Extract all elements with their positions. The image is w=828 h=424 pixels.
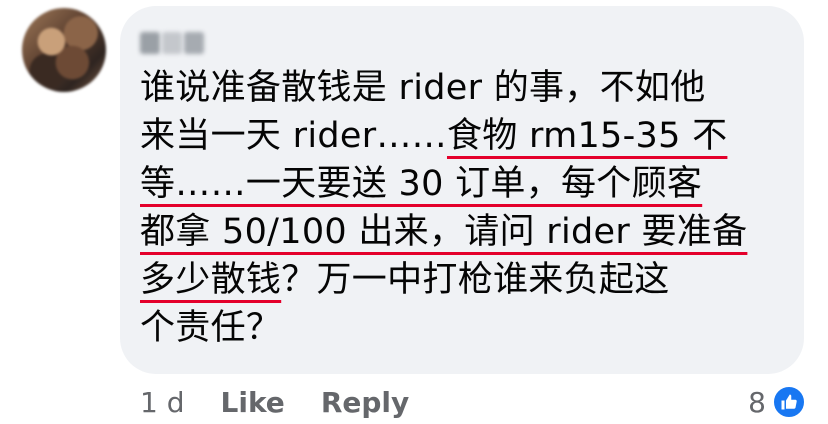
commenter-name-redacted[interactable]: [140, 32, 204, 54]
comment-text-segment: 来当一天 rider……: [140, 116, 447, 156]
underlined-text-segment: 等……一天要送 30 订单，每个顾客: [140, 164, 703, 204]
comment-line: 来当一天 rider……食物 rm15-35 不: [140, 112, 800, 160]
comment-line: 都拿 50/100 出来，请问 rider 要准备: [140, 208, 800, 256]
comment-line: 等……一天要送 30 订单，每个顾客: [140, 160, 800, 208]
comment-actions: 1 d Like Reply: [140, 382, 445, 422]
comment-line: 个责任？: [140, 304, 800, 352]
comment-text-segment: 个责任？: [140, 308, 282, 348]
reply-button[interactable]: Reply: [321, 386, 409, 419]
like-button[interactable]: Like: [221, 386, 285, 419]
reaction-count: 8: [748, 385, 766, 419]
reaction-summary[interactable]: 8: [748, 382, 806, 422]
comment-line: 谁说准备散钱是 rider 的事，不如他: [140, 64, 800, 112]
comment-timestamp[interactable]: 1 d: [140, 386, 185, 419]
thumbs-up-icon: [772, 385, 806, 419]
comment-text-segment: ？万一中打枪谁来负起这: [281, 260, 670, 300]
underlined-text-segment: 多少散钱: [140, 260, 282, 300]
comment-line: 多少散钱？万一中打枪谁来负起这: [140, 256, 800, 304]
underlined-text-segment: 食物 rm15-35 不: [446, 116, 728, 156]
avatar[interactable]: [22, 8, 106, 92]
underlined-text-segment: 都拿 50/100 出来，请问 rider 要准备: [140, 212, 748, 252]
comment-text-segment: 谁说准备散钱是 rider 的事，不如他: [140, 68, 706, 108]
comment-text: 谁说准备散钱是 rider 的事，不如他 来当一天 rider……食物 rm15…: [140, 64, 800, 352]
